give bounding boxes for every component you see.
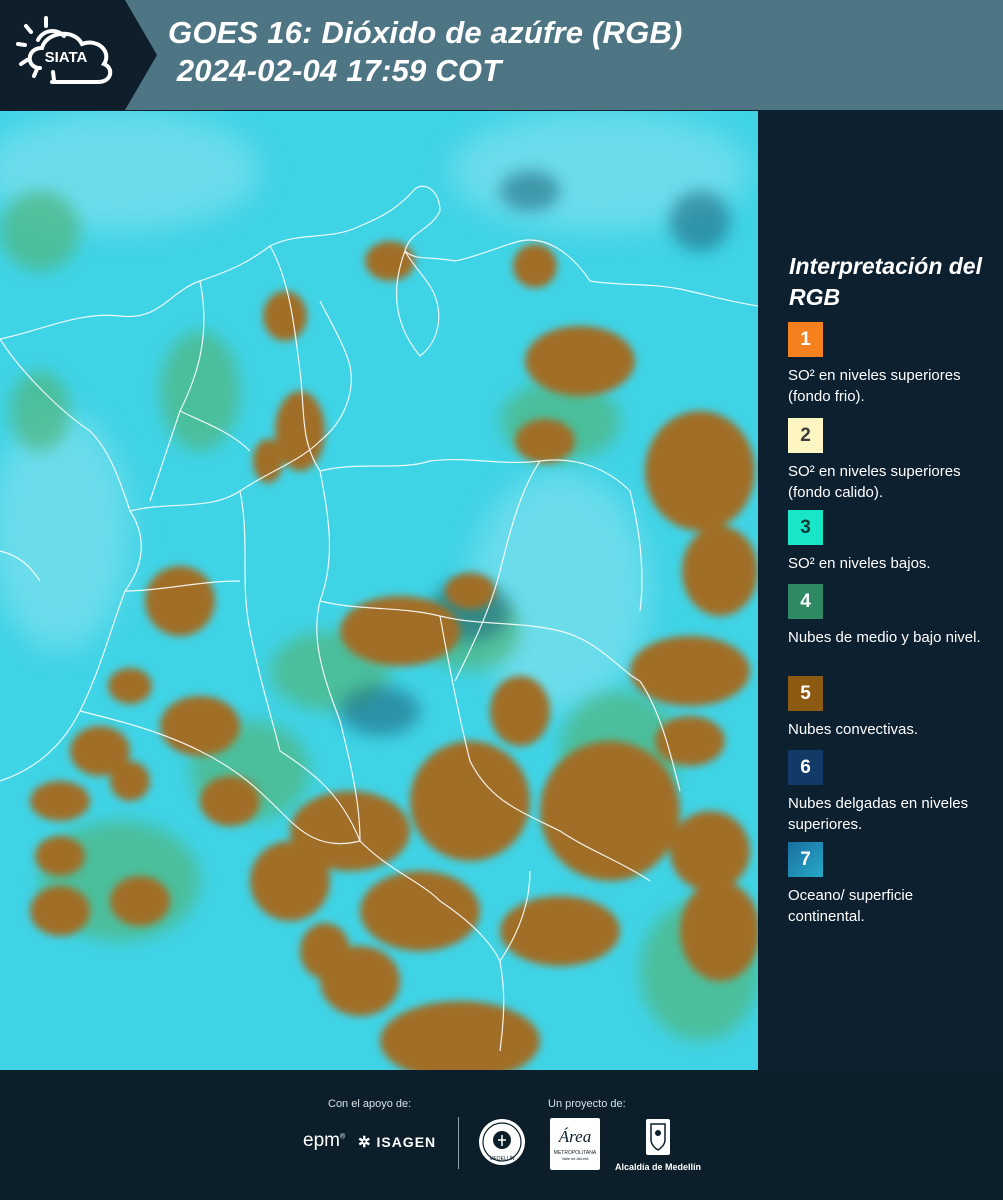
medellin-seal-text: MEDELLÍN	[489, 1155, 514, 1162]
legend-label-6: Nubes delgadas en niveles superiores.	[788, 795, 969, 833]
alcaldia-logo[interactable]: Alcaldía de Medellín	[612, 1118, 704, 1172]
legend-item-7: 7 Oceano/ superficie continental.	[788, 842, 988, 927]
legend-swatch-5: 5	[788, 676, 823, 711]
title-line-timestamp: 2024-02-04 17:59 COT	[168, 53, 502, 88]
legend-swatch-7: 7	[788, 842, 823, 877]
legend-title: Interpretación del RGB	[789, 253, 982, 310]
support-label: Con el apoyo de:	[328, 1098, 412, 1110]
logo-text: SIATA	[45, 49, 88, 66]
legend-item-6: 6 Nubes delgadas en niveles superiores.	[788, 750, 988, 835]
isagen-icon: ✲	[358, 1134, 372, 1151]
area-metropolitana-logo[interactable]: Área METROPOLITANA Valle de Aburrá	[550, 1118, 600, 1170]
footer: Con el apoyo de: Un proyecto de: epm® ✲ …	[0, 1070, 1003, 1200]
satellite-map[interactable]	[0, 111, 758, 1070]
satellite-image	[0, 111, 758, 1070]
legend-swatch-2: 2	[788, 418, 823, 453]
legend-item-2: 2 SO² en niveles superiores (fondo calid…	[788, 418, 988, 503]
epm-logo[interactable]: epm®	[303, 1130, 345, 1152]
page-title: GOES 16: Dióxido de azúfre (RGB) 2024-02…	[168, 14, 683, 90]
isagen-logo[interactable]: ✲ ISAGEN	[358, 1133, 436, 1151]
project-label: Un proyecto de:	[548, 1098, 626, 1110]
legend-label-7: Oceano/ superficie continental.	[788, 887, 914, 925]
siata-logo[interactable]: SIATA	[12, 14, 132, 96]
legend-label-1: SO² en niveles superiores (fondo frio).	[788, 367, 961, 405]
epm-logo-text: epm	[303, 1130, 340, 1151]
legend-swatch-4: 4	[788, 584, 823, 619]
area-logo-sub2: Valle de Aburrá	[561, 1156, 589, 1161]
alcaldia-crest-icon	[646, 1119, 670, 1155]
legend-item-1: 1 SO² en niveles superiores (fondo frio)…	[788, 322, 988, 407]
header-bar: SIATA GOES 16: Dióxido de azúfre (RGB) 2…	[0, 0, 1003, 110]
legend-label-5: Nubes convectivas.	[788, 721, 919, 738]
area-logo-name: Área	[558, 1127, 592, 1146]
legend-item-4: 4 Nubes de medio y bajo nivel.	[788, 584, 988, 648]
alcaldia-text: Alcaldía de Medellín	[614, 1162, 702, 1172]
legend-label-3: SO² en niveles bajos.	[788, 555, 931, 572]
legend-label-2: SO² en niveles superiores (fondo calido)…	[788, 463, 961, 501]
legend-label-4: Nubes de medio y bajo nivel.	[788, 629, 981, 646]
footer-divider	[458, 1117, 459, 1169]
legend-item-5: 5 Nubes convectivas.	[788, 676, 988, 740]
legend-swatch-3: 3	[788, 510, 823, 545]
medellin-seal-icon[interactable]: MEDELLÍN	[478, 1118, 526, 1166]
isagen-logo-text: ISAGEN	[376, 1134, 437, 1150]
legend-swatch-6: 6	[788, 750, 823, 785]
title-line-product: GOES 16: Dióxido de azúfre (RGB)	[168, 15, 683, 50]
legend-item-3: 3 SO² en niveles bajos.	[788, 510, 988, 574]
legend-swatch-1: 1	[788, 322, 823, 357]
